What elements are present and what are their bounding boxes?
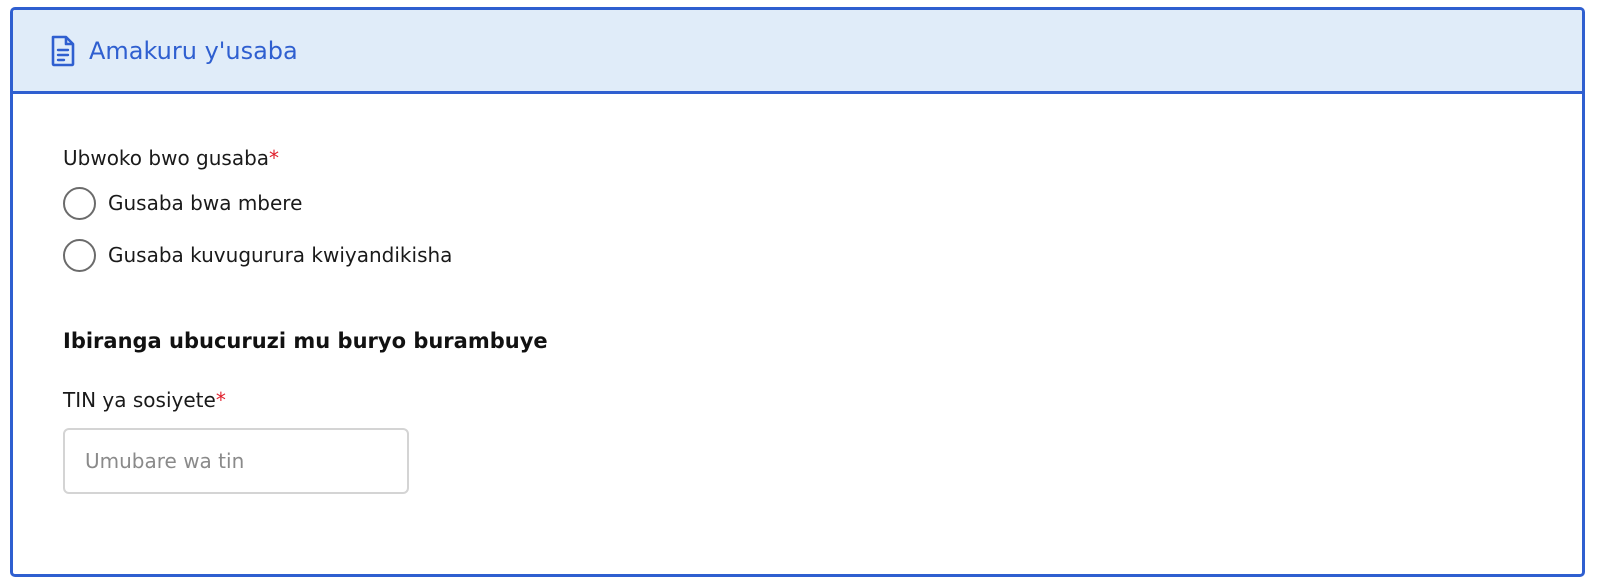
tin-label: TIN ya sosiyete*: [63, 386, 1582, 414]
applicant-info-panel: Amakuru y'usaba Ubwoko bwo gusaba* Gusab…: [10, 7, 1585, 577]
application-type-label-text: Ubwoko bwo gusaba: [63, 146, 270, 170]
required-asterisk: *: [269, 146, 280, 170]
radio-button[interactable]: [63, 186, 96, 220]
tin-label-text: TIN ya sosiyete: [63, 388, 216, 412]
radio-option-label: Gusaba kuvugurura kwiyandikisha: [108, 243, 453, 267]
radio-option-first-application[interactable]: Gusaba bwa mbere: [63, 182, 1582, 224]
document-icon: [49, 33, 77, 69]
required-asterisk: *: [215, 388, 226, 412]
business-details-heading: Ibiranga ubucuruzi mu buryo burambuye: [63, 329, 548, 353]
radio-button[interactable]: [63, 238, 96, 272]
application-type-label: Ubwoko bwo gusaba*: [63, 144, 1582, 172]
radio-option-renewal[interactable]: Gusaba kuvugurura kwiyandikisha: [63, 234, 1582, 276]
panel-body: Ubwoko bwo gusaba* Gusaba bwa mbere Gusa…: [13, 94, 1582, 494]
panel-header: Amakuru y'usaba: [13, 10, 1582, 94]
panel-title: Amakuru y'usaba: [89, 36, 298, 65]
tin-input[interactable]: [63, 428, 409, 494]
radio-option-label: Gusaba bwa mbere: [108, 191, 303, 215]
